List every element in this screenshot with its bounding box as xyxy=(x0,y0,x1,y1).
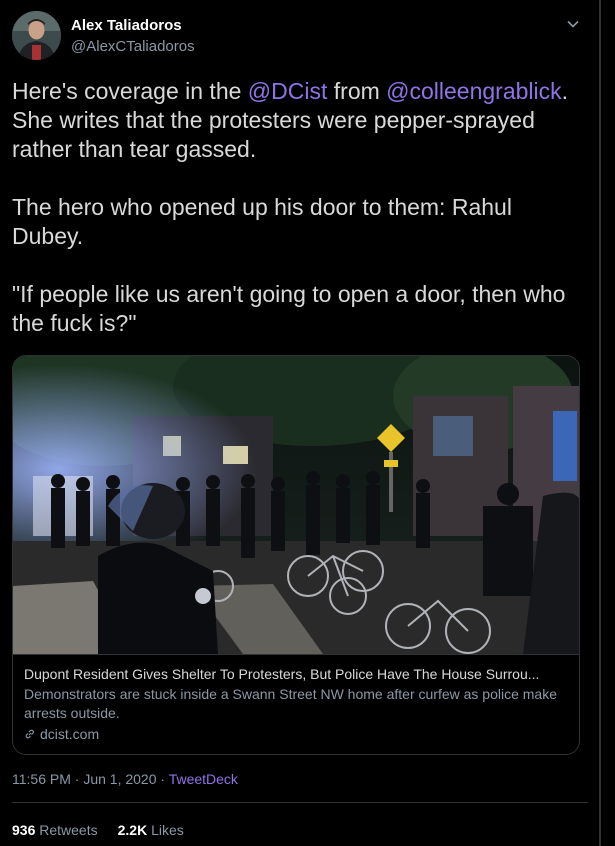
avatar[interactable] xyxy=(12,11,61,60)
timeline-scroll-edge xyxy=(600,0,615,846)
tweet-text: Here's coverage in the @DCist from @coll… xyxy=(12,77,582,338)
retweets-label: Retweets xyxy=(39,822,98,838)
tweet-paragraph-3: "If people like us aren't going to open … xyxy=(12,281,566,336)
tweet-paragraph-2: The hero who opened up his door to them:… xyxy=(12,194,512,249)
link-card-text: Dupont Resident Gives Shelter To Protest… xyxy=(13,654,579,754)
mention-colleengrablick[interactable]: @colleengrablick xyxy=(386,78,562,104)
retweets-count: 936 xyxy=(12,822,36,838)
tweet-stats: 936 Retweets 2.2K Likes xyxy=(12,822,184,838)
tweet-meta: 11:56 PM · Jun 1, 2020 · TweetDeck xyxy=(12,771,238,787)
link-card-domain[interactable]: dcist.com xyxy=(24,726,570,742)
author-name[interactable]: Alex Taliadoros xyxy=(71,17,182,34)
author-handle[interactable]: @AlexCTaliadoros xyxy=(71,38,195,55)
link-card[interactable]: Dupont Resident Gives Shelter To Protest… xyxy=(12,355,580,755)
tweet-paragraph-1: Here's coverage in the @DCist from @coll… xyxy=(12,77,582,164)
link-icon xyxy=(25,729,34,739)
likes-stat[interactable]: 2.2K Likes xyxy=(118,822,184,838)
divider xyxy=(12,802,588,803)
profile-photo xyxy=(12,11,61,60)
police-and-bicycles-night-photo xyxy=(13,356,579,654)
tweet-container: Alex Taliadoros @AlexCTaliadoros Here's … xyxy=(0,0,600,846)
tweet-timestamp[interactable]: 11:56 PM · Jun 1, 2020 · xyxy=(12,771,169,787)
tweet-header: Alex Taliadoros @AlexCTaliadoros xyxy=(12,11,588,61)
likes-label: Likes xyxy=(151,822,184,838)
text-segment: from xyxy=(327,78,387,104)
likes-count: 2.2K xyxy=(117,822,148,838)
text-segment: Here's coverage in the xyxy=(12,78,248,104)
link-card-title[interactable]: Dupont Resident Gives Shelter To Protest… xyxy=(24,665,570,683)
tweet-source[interactable]: TweetDeck xyxy=(169,771,238,787)
link-card-domain-text: dcist.com xyxy=(40,726,100,742)
chevron-down-icon[interactable] xyxy=(566,17,580,31)
link-card-description: Demonstrators are stuck inside a Swann S… xyxy=(24,686,557,721)
retweets-stat[interactable]: 936 Retweets xyxy=(12,822,98,838)
mention-dcist[interactable]: @DCist xyxy=(248,78,328,104)
